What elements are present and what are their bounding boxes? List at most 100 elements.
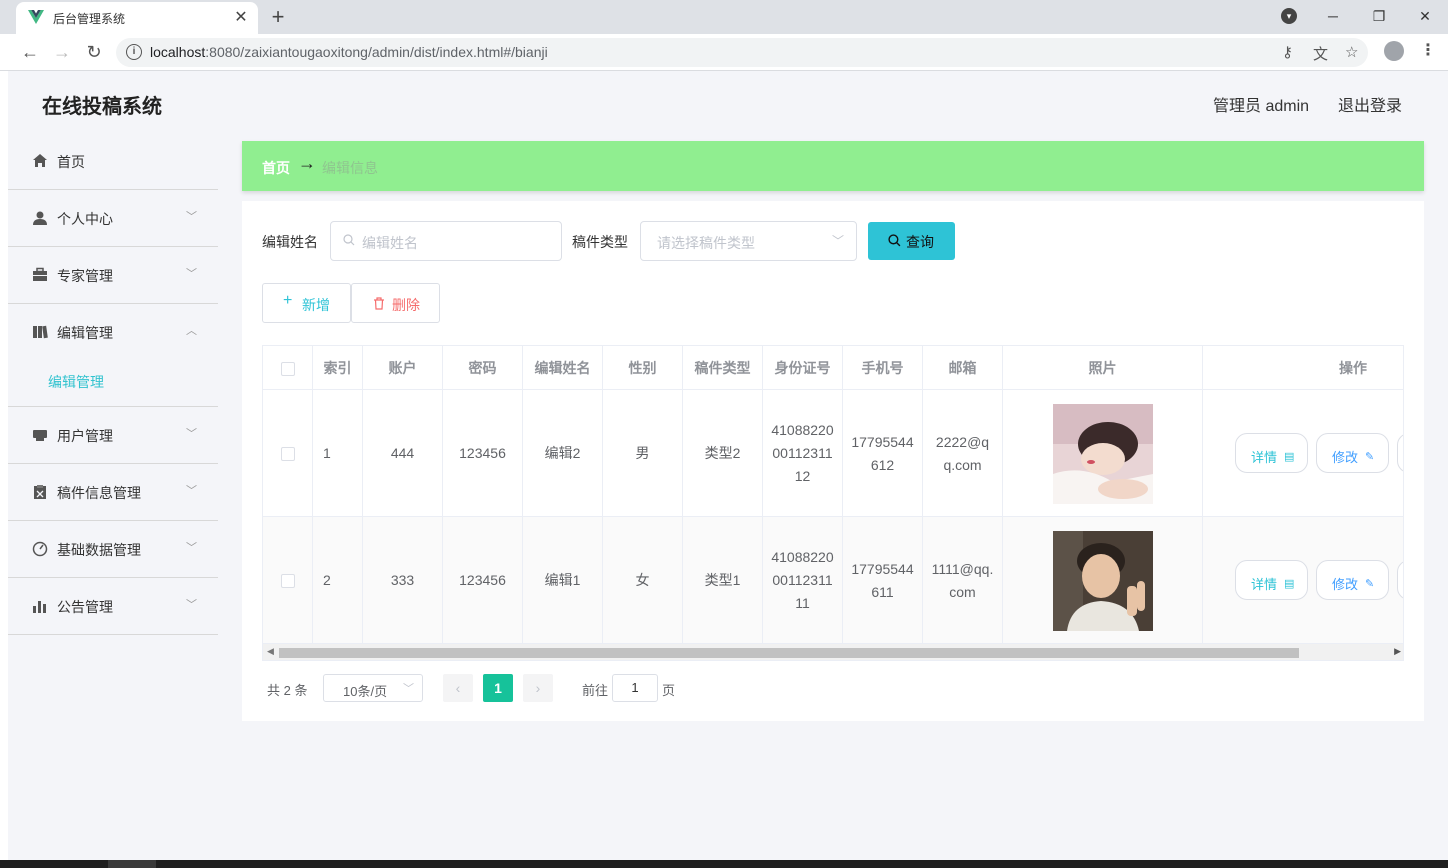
row-select-cell <box>263 390 313 517</box>
edit-button-label: 修改 <box>1332 577 1359 592</box>
vue-logo-icon <box>28 10 44 24</box>
taskbar-app-button[interactable] <box>108 860 156 868</box>
edit-button[interactable]: 修改 ✎ <box>1316 560 1389 600</box>
sidebar-item-home[interactable]: 首页 <box>8 133 218 190</box>
forward-icon[interactable]: → <box>52 42 72 63</box>
table-row: 2 333 123456 编辑1 女 类型1 41088220001123111… <box>263 517 1403 644</box>
sidebar-item-label: 基础数据管理 <box>57 542 141 558</box>
tab-close-icon[interactable]: ✕ <box>232 7 250 27</box>
horizontal-scrollbar[interactable]: ◀ ▶ <box>263 644 1403 660</box>
sidebar-item-label: 首页 <box>57 154 85 170</box>
editor-photo[interactable] <box>1052 403 1153 504</box>
window-close-icon[interactable]: ✕ <box>1402 8 1448 25</box>
sidebar-item-manuscripts[interactable]: 稿件信息管理 ﹀ <box>8 464 218 521</box>
plus-icon: + <box>283 292 293 309</box>
document-icon: ▤ <box>1284 578 1295 590</box>
photo-cell <box>1003 390 1203 517</box>
column-header: 邮箱 <box>923 346 1003 390</box>
tab-title: 后台管理系统 <box>53 12 126 26</box>
sidebar-item-experts[interactable]: 专家管理 ﹀ <box>8 247 218 304</box>
briefcase-icon <box>33 267 47 281</box>
add-button-label: 新增 <box>302 297 330 313</box>
table-row: 1 444 123456 编辑2 男 类型2 41088220001123111… <box>263 390 1403 517</box>
url-text[interactable]: localhost:8080/zaixiantougaoxitong/admin… <box>150 44 548 60</box>
column-header: 操作 <box>1203 346 1403 390</box>
id-card-cell: 410882200011231111 <box>763 517 843 644</box>
star-icon[interactable]: ☆ <box>1345 43 1358 61</box>
column-header: 照片 <box>1003 346 1203 390</box>
address-bar[interactable]: i localhost:8080/zaixiantougaoxitong/adm… <box>116 38 1368 67</box>
new-tab-icon[interactable]: + <box>268 4 288 30</box>
breadcrumb-home[interactable]: 首页 <box>262 158 290 178</box>
column-header: 账户 <box>363 346 443 390</box>
password-cell: 123456 <box>443 517 523 644</box>
query-button-label: 查询 <box>906 234 934 250</box>
actions-cell: 详情 ▤ 修改 ✎ <box>1203 390 1403 517</box>
page-number-current[interactable]: 1 <box>483 674 513 702</box>
index-cell: 1 <box>313 390 363 517</box>
restore-icon[interactable]: ❐ <box>1356 8 1402 25</box>
prev-page-icon[interactable]: ‹ <box>443 674 473 702</box>
browser-tab[interactable]: 后台管理系统 ✕ <box>16 2 258 34</box>
more-action-button[interactable] <box>1397 560 1403 600</box>
delete-button[interactable]: 删除 <box>351 283 440 323</box>
chevron-down-icon: ﹀ <box>186 268 197 280</box>
site-info-icon[interactable]: i <box>126 44 142 60</box>
detail-button[interactable]: 详情 ▤ <box>1235 560 1308 600</box>
breadcrumb-current: 编辑信息 <box>322 160 378 176</box>
clipboard-icon <box>34 485 46 499</box>
column-header: 稿件类型 <box>683 346 763 390</box>
more-action-button[interactable] <box>1397 433 1403 473</box>
app-root: 在线投稿系统 管理员 admin 退出登录 首页 个人中心 ﹀ 专家管理 ﹀ 编… <box>0 71 1448 860</box>
sidebar-item-editors[interactable]: 编辑管理 ︿ <box>8 304 218 361</box>
name-search-input[interactable]: 编辑姓名 <box>330 221 562 261</box>
row-checkbox[interactable] <box>280 573 295 588</box>
sidebar-subitem-editors[interactable]: 编辑管理 <box>8 356 218 407</box>
main-content: 首页 → 编辑信息 编辑姓名 编辑姓名 稿件类型 请选择稿件类型 ﹀ 查询 + … <box>218 133 1448 860</box>
chevron-down-icon: ﹀ <box>186 211 197 223</box>
minimize-icon[interactable]: ─ <box>1310 8 1356 24</box>
editor-photo[interactable] <box>1052 530 1153 631</box>
chevron-down-icon: ﹀ <box>186 542 197 554</box>
sidebar-item-basic-data[interactable]: 基础数据管理 ﹀ <box>8 521 218 578</box>
scrollbar-thumb[interactable] <box>279 648 1299 658</box>
reload-icon[interactable]: ↻ <box>84 42 104 63</box>
add-button[interactable]: + 新增 <box>262 283 351 323</box>
row-checkbox[interactable] <box>280 446 295 461</box>
column-header: 索引 <box>313 346 363 390</box>
translate-icon[interactable]: 文 <box>1313 43 1328 64</box>
edit-button-label: 修改 <box>1332 450 1359 465</box>
scroll-right-icon[interactable]: ▶ <box>1394 646 1401 657</box>
key-icon[interactable]: ⚷ <box>1282 43 1293 61</box>
goto-page-input[interactable]: 1 <box>612 674 658 702</box>
gender-cell: 女 <box>603 517 683 644</box>
pencil-icon: ✎ <box>1365 451 1375 463</box>
sidebar-item-label: 公告管理 <box>57 599 113 615</box>
scroll-left-icon[interactable]: ◀ <box>267 646 274 657</box>
next-page-icon[interactable]: › <box>523 674 553 702</box>
phone-cell: 17795544612 <box>843 390 923 517</box>
edit-button[interactable]: 修改 ✎ <box>1316 433 1389 473</box>
back-icon[interactable]: ← <box>20 42 40 63</box>
sidebar-item-announcements[interactable]: 公告管理 ﹀ <box>8 578 218 635</box>
browser-menu-icon[interactable]: ⋮ <box>1420 40 1436 60</box>
detail-button-label: 详情 <box>1251 577 1278 592</box>
profile-avatar-icon[interactable] <box>1384 41 1404 61</box>
pencil-icon: ✎ <box>1365 578 1375 590</box>
browser-toolbar: ← → ↻ i localhost:8080/zaixiantougaoxito… <box>0 34 1448 71</box>
query-button[interactable]: 查询 <box>868 222 955 260</box>
sidebar-item-users[interactable]: 用户管理 ﹀ <box>8 407 218 464</box>
bar-chart-icon <box>33 601 46 613</box>
breadcrumb: 首页 → 编辑信息 <box>242 141 1424 191</box>
logout-link[interactable]: 退出登录 <box>1338 92 1402 116</box>
id-card-cell: 410882200011231112 <box>763 390 843 517</box>
page-size-select[interactable]: 10条/页 ﹀ <box>323 674 423 702</box>
phone-cell: 17795544611 <box>843 517 923 644</box>
select-all-checkbox[interactable] <box>280 362 295 377</box>
tab-search-icon[interactable]: ▾ <box>1281 8 1297 24</box>
os-taskbar <box>0 860 1448 868</box>
detail-button[interactable]: 详情 ▤ <box>1235 433 1308 473</box>
sidebar-item-profile[interactable]: 个人中心 ﹀ <box>8 190 218 247</box>
type-select[interactable]: 请选择稿件类型 ﹀ <box>640 221 857 261</box>
name-filter-label: 编辑姓名 <box>262 234 318 250</box>
